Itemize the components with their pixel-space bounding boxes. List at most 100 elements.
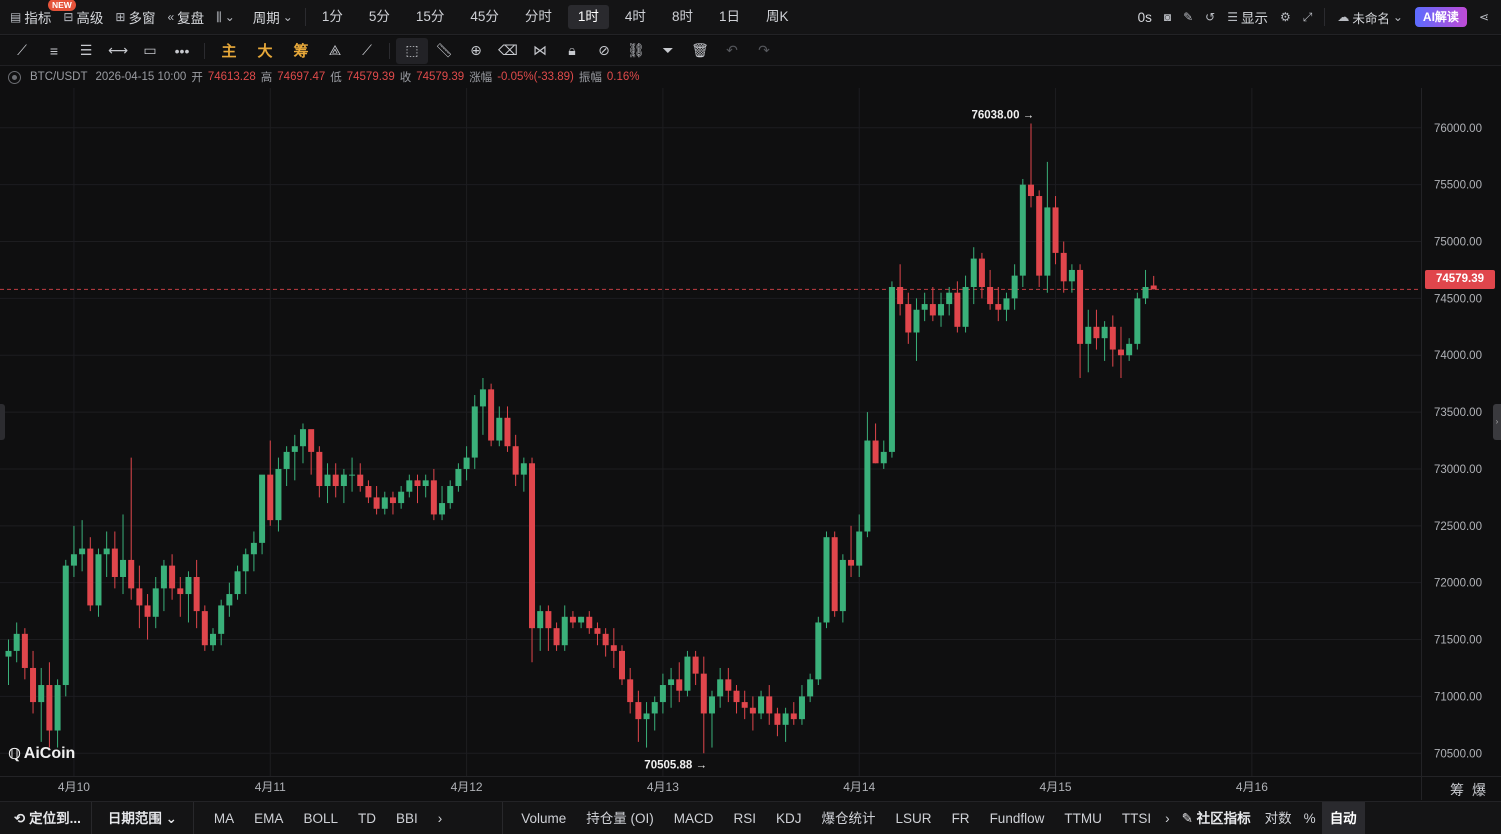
redo-button[interactable]: ↷ xyxy=(748,38,780,64)
chevron-down-icon: ⌄ xyxy=(1392,10,1403,24)
scroll-right-button[interactable]: › xyxy=(428,802,453,834)
big-order-label: 大 xyxy=(257,43,273,60)
timeframe-8[interactable]: 1日 xyxy=(709,5,750,29)
measure-tool[interactable]: 📏︎ xyxy=(428,38,460,64)
timeframe-6[interactable]: 4时 xyxy=(615,5,656,29)
multi-window-button[interactable]: ⊞ 多窗 xyxy=(109,0,161,35)
sub-indicator-4[interactable]: KDJ xyxy=(766,802,812,834)
candle-body xyxy=(193,576,200,612)
left-panel-handle[interactable] xyxy=(0,404,5,440)
period-dropdown[interactable]: 周期 ⌄ xyxy=(247,0,299,35)
link-tool[interactable]: ⛓︎ xyxy=(620,38,652,64)
fullscreen-button[interactable]: ⤢ xyxy=(1297,0,1319,35)
channel-tool[interactable]: ≡ xyxy=(38,38,70,64)
sub-indicator-8[interactable]: Fundflow xyxy=(980,802,1055,834)
sub-indicator-10[interactable]: TTSI xyxy=(1112,802,1161,834)
candle-body xyxy=(807,679,814,697)
display-button[interactable]: ☰ 显示 xyxy=(1221,0,1274,35)
advanced-button[interactable]: ⊟ 高级 xyxy=(57,0,109,35)
scroll-right-button-2[interactable]: › xyxy=(1161,802,1174,834)
advanced-label: 高级 xyxy=(76,11,104,26)
sub-indicator-6[interactable]: LSUR xyxy=(886,802,942,834)
sub-indicator-3[interactable]: RSI xyxy=(724,802,767,834)
chevron-down-icon: ⌄ xyxy=(282,10,293,24)
chips-tool[interactable]: 筹 xyxy=(283,38,319,64)
magnet-tool[interactable]: ⋈ xyxy=(524,38,556,64)
zoom-tool[interactable]: ⊕ xyxy=(460,38,492,64)
candle-body xyxy=(79,548,86,555)
candle-body xyxy=(95,554,102,606)
layout-dropdown[interactable]: ☁ 未命名 ⌄ xyxy=(1331,0,1409,35)
hide-drawings-tool[interactable]: ⊘ xyxy=(588,38,620,64)
sub-indicator-7[interactable]: FR xyxy=(942,802,980,834)
candle-body xyxy=(1052,207,1059,253)
candle-body xyxy=(30,667,37,703)
undo-drawing-button[interactable]: ↺ xyxy=(1199,0,1221,35)
candle-body xyxy=(1060,252,1067,282)
timeframe-1[interactable]: 5分 xyxy=(359,5,400,29)
main-indicator-4[interactable]: BBI xyxy=(386,802,428,834)
delete-drawings-tool[interactable]: 🗑︎ xyxy=(684,38,716,64)
auto-scale-toggle[interactable]: 自动 xyxy=(1321,801,1365,834)
lock-tool[interactable]: 🔒︎ xyxy=(556,38,588,64)
ai-interpret-button[interactable]: AI解读 xyxy=(1409,0,1473,35)
community-indicators-button[interactable]: ✎ 社区指标 xyxy=(1174,802,1259,834)
right-panel-handle[interactable]: › xyxy=(1493,404,1501,440)
rectangle-tool[interactable]: ▭ xyxy=(134,38,166,64)
trendline-tool[interactable]: ⟋ xyxy=(6,38,38,64)
percent-scale-toggle[interactable]: % xyxy=(1298,802,1322,834)
price-annotation: 70505.88 → xyxy=(644,760,707,772)
candle-body xyxy=(259,474,266,543)
timeframe-5[interactable]: 1时 xyxy=(567,5,609,29)
sub-indicator-1[interactable]: 持仓量 (OI) xyxy=(576,802,664,834)
sub-indicator-9[interactable]: TTMU xyxy=(1054,802,1112,834)
fib-tool[interactable]: ☰ xyxy=(70,38,102,64)
price-chart[interactable]: 70500.00 71000.00 71500.00 72000.00 72500.00… xyxy=(0,88,1501,800)
sub-indicator-5[interactable]: 爆仓统计 xyxy=(812,802,886,834)
more-tools-button[interactable]: ••• xyxy=(166,38,198,64)
liquidation-toggle[interactable]: 爆 xyxy=(1472,780,1486,800)
chevron-down-icon: ⌄ xyxy=(165,810,177,826)
visibility-icon[interactable] xyxy=(8,70,21,84)
share-button[interactable]: ⋖ xyxy=(1473,0,1501,35)
timeframe-2[interactable]: 15分 xyxy=(406,5,455,29)
main-force-tool[interactable]: 主 xyxy=(211,38,247,64)
advanced-icon: ⊟ xyxy=(63,10,74,24)
select-tool[interactable]: ⬚ xyxy=(396,37,428,64)
candle-body xyxy=(201,611,208,646)
timeframe-3[interactable]: 45分 xyxy=(460,5,509,29)
auto-draw-tool[interactable]: ⟁ xyxy=(319,38,351,64)
main-indicator-3[interactable]: TD xyxy=(348,802,386,834)
y-tick-label: 75500.00 xyxy=(1434,180,1482,192)
filter-tool[interactable]: ⏷ xyxy=(652,38,684,64)
settings-button[interactable]: ⚙ xyxy=(1274,0,1297,35)
brush-tool[interactable]: ⟋ xyxy=(351,38,383,64)
date-range-dropdown[interactable]: 日期范围 ⌄ xyxy=(92,802,193,834)
log-scale-toggle[interactable]: 对数 xyxy=(1259,802,1298,834)
chart-type-button[interactable]: ⫼ ⌄ xyxy=(210,0,241,35)
candle-body xyxy=(815,622,822,680)
sub-indicator-0[interactable]: Volume xyxy=(511,802,576,834)
indicators-button[interactable]: ▤ 指标 NEW xyxy=(0,0,76,35)
x-tick-label: 4月16 xyxy=(1236,780,1268,794)
main-indicator-1[interactable]: EMA xyxy=(244,802,293,834)
screenshot-button[interactable]: ◙ xyxy=(1158,0,1177,35)
timeframe-4[interactable]: 分时 xyxy=(515,5,562,29)
timeframe-0[interactable]: 1分 xyxy=(312,5,353,29)
main-indicator-0[interactable]: MA xyxy=(204,802,244,834)
sub-indicator-2[interactable]: MACD xyxy=(664,802,724,834)
countdown-value: 0s xyxy=(1137,9,1152,25)
timeframe-9[interactable]: 周K xyxy=(756,5,799,29)
candle-body xyxy=(5,650,12,657)
candle-body xyxy=(1019,184,1026,276)
main-indicator-2[interactable]: BOLL xyxy=(293,802,348,834)
locate-button[interactable]: ⟲ 定位到... xyxy=(0,802,91,834)
chips-toggle[interactable]: 筹 xyxy=(1450,780,1464,800)
big-order-tool[interactable]: 大 xyxy=(247,38,283,64)
replay-button[interactable]: « 复盘 xyxy=(161,0,210,35)
erase-tool[interactable]: ⌫ xyxy=(492,38,524,64)
horizontal-line-tool[interactable]: ⟷ xyxy=(102,38,134,64)
draw-button[interactable]: ✎ xyxy=(1177,0,1199,35)
undo-button[interactable]: ↶ xyxy=(716,38,748,64)
timeframe-7[interactable]: 8时 xyxy=(662,5,703,29)
